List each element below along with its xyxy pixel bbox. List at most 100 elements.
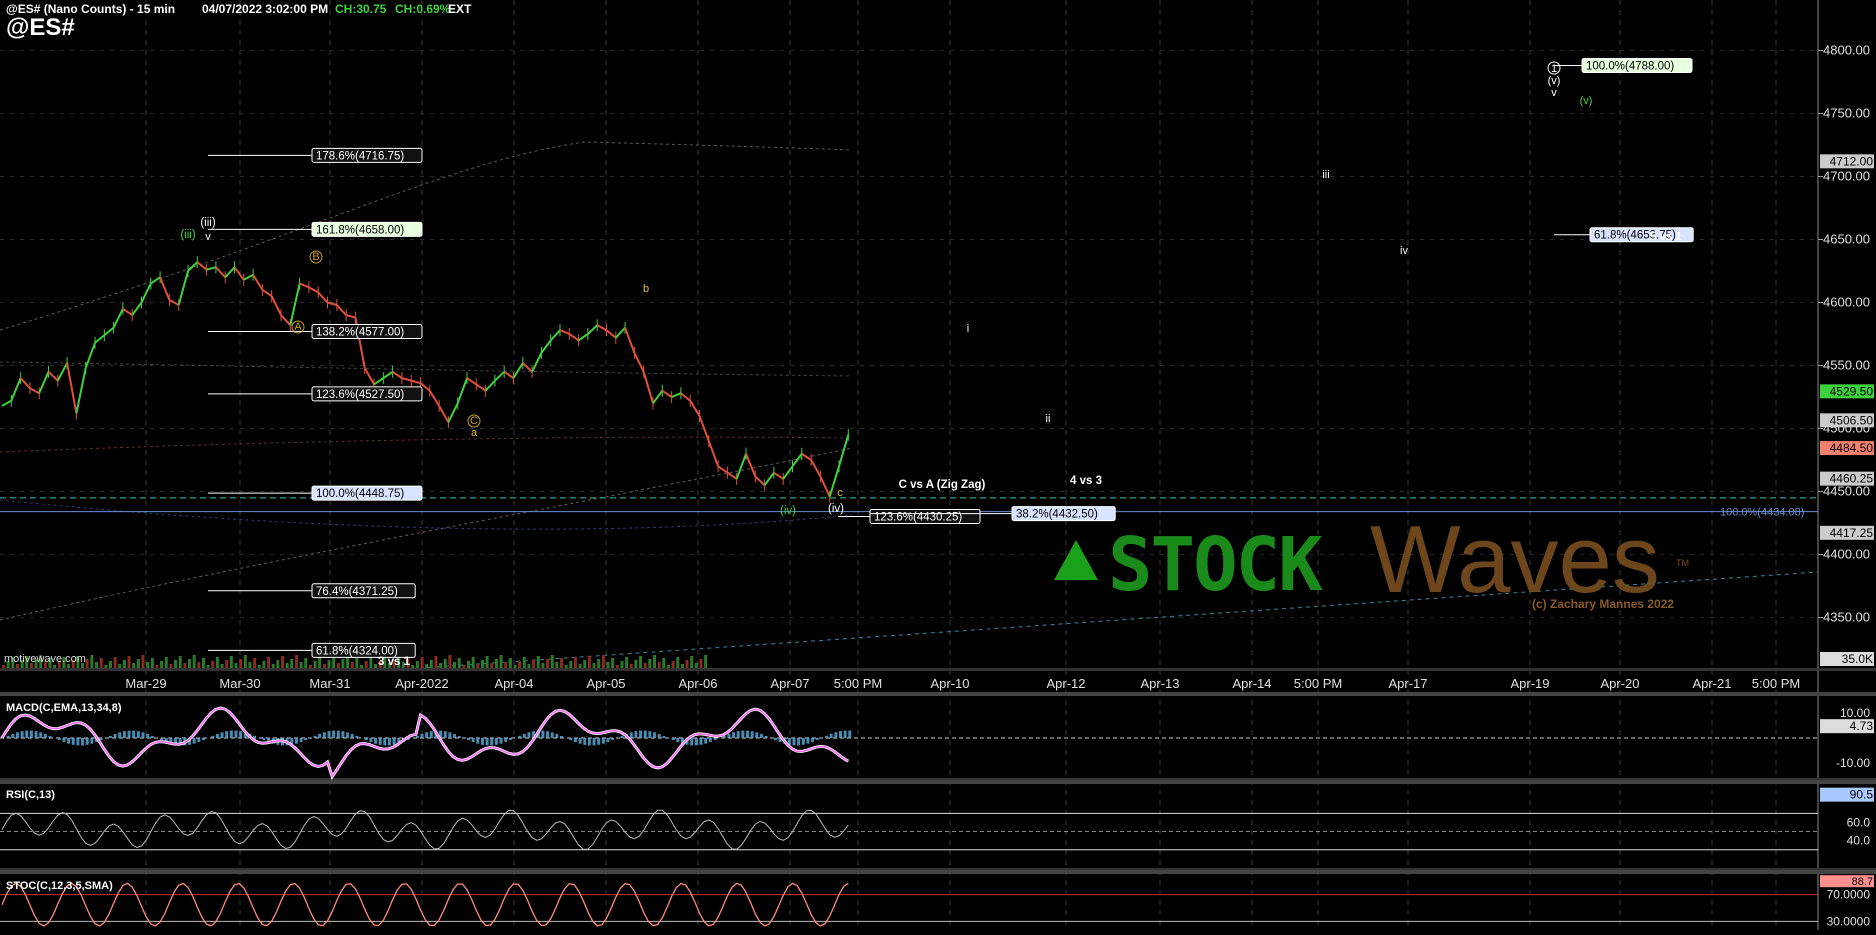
volume-bar [360,665,363,668]
macd-hist-bar [453,734,456,738]
macd-hist-bar [518,736,521,738]
macd-tick-label: 10.00 [1840,706,1870,720]
volume-bar [314,661,317,668]
volume-bar [286,663,289,668]
volume-bar [467,661,470,668]
volume-bar [365,661,368,668]
macd-hist-bar [644,731,647,738]
volume-bar [262,661,265,668]
stoc-tick-label: 30.0000 [1827,914,1871,928]
macd-hist-bar [379,738,382,745]
stoc-value-label: 88.7 [1852,876,1873,888]
header-change-pct: CH:0.69% [395,2,450,16]
macd-hist-bar [834,732,837,738]
wave-label: (iii) [180,229,195,241]
watermark: motivewave.com [4,653,86,665]
volume-bar [532,660,535,668]
volume-bar [114,657,117,668]
volume-bar [304,658,307,668]
macd-hist-bar [304,738,307,740]
macd-hist-bar [425,732,428,738]
volume-bar [211,661,214,668]
volume-bar [574,657,577,668]
volume-bar [537,656,540,668]
volume-bar [337,663,340,668]
volume-bar [681,664,684,668]
volume-bar [155,665,158,668]
macd-hist-bar [132,731,135,738]
macd-hist-bar [481,738,484,745]
macd-tick-label: -10.00 [1836,756,1870,770]
volume-bar [518,661,521,668]
x-axis-label: Apr-19 [1510,676,1549,691]
volume-bar [374,664,377,668]
macd-hist-bar [597,738,600,745]
macd-hist-bar [81,738,84,745]
macd-hist-bar [118,732,121,738]
volume-bar [179,656,182,668]
macd-hist-bar [830,734,833,738]
chart-canvas[interactable]: Mar-29Mar-30Mar-31Apr-2022Apr-04Apr-05Ap… [0,0,1876,930]
volume-bar [309,665,312,668]
x-axis-label: 5:00 PM [1752,676,1800,691]
volume-bar [183,663,186,668]
volume-bar [193,655,196,668]
x-axis-label: Apr-14 [1232,676,1271,691]
macd-hist-bar [509,738,512,740]
macd-hist-bar [658,734,661,738]
x-axis-label: 5:00 PM [834,676,882,691]
macd-hist-bar [574,738,577,742]
chart-stage[interactable]: Mar-29Mar-30Mar-31Apr-2022Apr-04Apr-05Ap… [0,0,1876,930]
volume-bar [486,656,489,668]
x-axis-label: Apr-12 [1046,676,1085,691]
macd-hist-bar [337,731,340,738]
volume-bar [174,660,177,668]
volume-bar [258,665,261,668]
fib-level-label: 178.6%(4716.75) [316,150,404,162]
macd-hist-bar [555,734,558,738]
symbol-label: @ES# [6,14,75,42]
volume-bar [495,659,498,668]
macd-hist-bar [732,732,735,738]
volume-bar [634,660,637,668]
y-tick-label: 4750.00 [1823,105,1870,120]
volume-bar [453,662,456,668]
volume-bar [616,665,619,668]
macd-hist-bar [500,738,503,744]
macd-hist-bar [741,731,744,738]
macd-hist-bar [25,731,28,738]
volume-tag-label: 35.0K [1842,652,1873,666]
macd-hist-bar [774,738,777,740]
macd-hist-bar [839,731,842,738]
macd-hist-bar [90,738,93,744]
macd-hist-bar [369,738,372,742]
macd-hist-bar [355,736,358,738]
macd-hist-bar [114,734,117,738]
x-axis-label: Mar-29 [125,676,166,691]
volume-bar [504,662,507,668]
volume-bar [272,664,275,668]
wave-label: (v) [1548,75,1561,87]
volume-bar [490,663,493,668]
macd-hist-bar [737,731,740,738]
macd-hist-bar [467,738,470,740]
wave-label: ii [1046,413,1051,425]
x-axis-label: Apr-13 [1140,676,1179,691]
macd-hist-bar [86,738,89,745]
volume-bar [300,662,303,668]
rsi-tick-label: 60.0 [1847,815,1871,829]
wave-label: b [643,283,649,295]
macd-hist-bar [583,738,586,745]
volume-bar [355,658,358,668]
volume-bar [295,655,298,668]
macd-hist-bar [67,738,70,744]
volume-bar [500,655,503,668]
volume-bar [430,660,433,668]
header-datetime: 04/07/2022 3:02:00 PM [202,2,328,16]
volume-bar [165,657,168,668]
volume-bar [555,662,558,668]
volume-bar [197,662,200,668]
volume-bar [328,660,331,668]
macd-hist-bar [755,732,758,738]
volume-bar [653,655,656,668]
